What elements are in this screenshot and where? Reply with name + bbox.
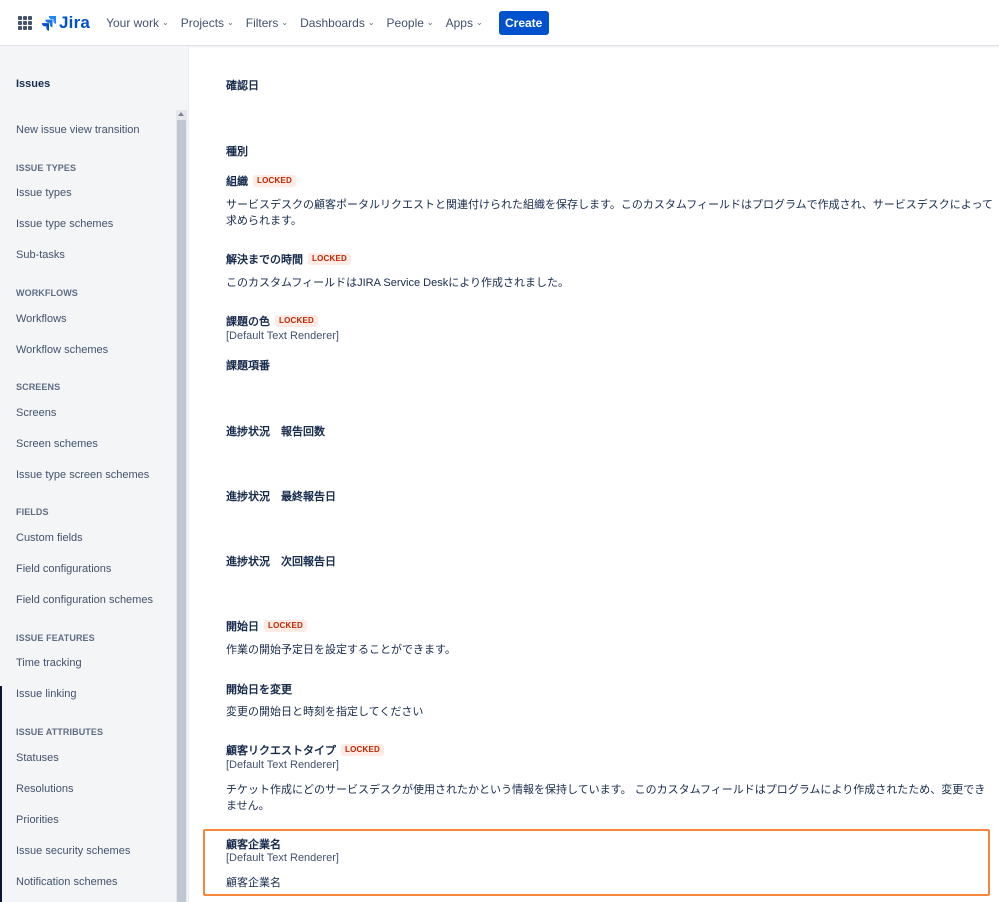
nav-projects[interactable]: Projects ⌄ [175, 0, 240, 46]
sidebar-heading-issue-features: ISSUE FEATURES [16, 633, 95, 643]
chevron-down-icon: ⌄ [281, 18, 289, 27]
field-name: 課題の色 LOCKED [226, 313, 318, 329]
sidebar-title: Issues [16, 78, 51, 90]
nav-label: People [386, 15, 424, 30]
field-name-text: 組織 [226, 176, 248, 188]
sidebar-item-priorities[interactable]: Priorities [16, 814, 59, 826]
field-name: 進捗状況 報告回数 [226, 423, 325, 439]
scroll-up-icon[interactable] [178, 112, 184, 116]
locked-badge: LOCKED [275, 315, 318, 327]
nav-filters[interactable]: Filters ⌄ [240, 0, 294, 46]
field-name-text: 解決までの時間 [226, 254, 303, 266]
nav-dashboards[interactable]: Dashboards ⌄ [294, 0, 380, 46]
sidebar-heading-fields: FIELDS [16, 507, 49, 517]
sidebar-item-issue-type-screen-schemes[interactable]: Issue type screen schemes [16, 469, 149, 481]
chevron-down-icon: ⌄ [475, 18, 483, 27]
field-name-text: 進捗状況 次回報告日 [226, 556, 336, 568]
sidebar-item-issue-linking[interactable]: Issue linking [16, 688, 77, 700]
field-name: 開始日を変更 [226, 681, 292, 697]
nav-your-work[interactable]: Your work ⌄ [100, 0, 175, 46]
app-switcher-icon[interactable] [18, 15, 32, 30]
field-description: チケット作成にどのサービスデスクが使用されたかという情報を保持しています。 この… [226, 784, 986, 812]
field-renderer: [Default Text Renderer] [226, 759, 339, 771]
nav-label: Projects [180, 15, 225, 30]
sidebar-item-resolutions[interactable]: Resolutions [16, 783, 73, 795]
sidebar-item-field-configurations[interactable]: Field configurations [16, 563, 111, 575]
nav-menu: Your work ⌄ Projects ⌄ Filters ⌄ Dashboards… [100, 0, 489, 46]
nav-label: Your work [106, 15, 159, 30]
sidebar-item-notification-schemes[interactable]: Notification schemes [16, 876, 118, 888]
sidebar-item-issue-security-schemes[interactable]: Issue security schemes [16, 845, 130, 857]
field-name-text: 確認日 [226, 80, 259, 92]
field-name-text: 開始日を変更 [226, 684, 292, 696]
sidebar-item-custom-fields[interactable]: Custom fields [16, 532, 83, 544]
nav-people[interactable]: People ⌄ [381, 0, 440, 46]
field-name: 解決までの時間 LOCKED [226, 251, 351, 267]
window-edge [0, 686, 2, 902]
field-name-text: 種別 [226, 146, 248, 158]
sidebar-heading-screens: SCREENS [16, 382, 61, 392]
locked-badge: LOCKED [253, 175, 296, 187]
field-renderer: [Default Text Renderer] [226, 330, 339, 342]
sidebar-item-field-configuration-schemes[interactable]: Field configuration schemes [16, 594, 153, 606]
sidebar-heading-workflows: WORKFLOWS [16, 288, 78, 298]
chevron-down-icon: ⌄ [367, 18, 375, 27]
field-name-text: 顧客リクエストタイプ [226, 745, 336, 757]
chevron-down-icon: ⌄ [227, 18, 234, 27]
field-name: 課題項番 [226, 357, 270, 373]
nav-label: Filters [245, 15, 279, 30]
sidebar-item-workflows[interactable]: Workflows [16, 313, 67, 325]
field-renderer: [Default Text Renderer] [226, 852, 339, 864]
locked-badge: LOCKED [308, 253, 351, 265]
field-name-text: 課題の色 [226, 316, 270, 328]
field-name: 顧客リクエストタイプ LOCKED [226, 742, 384, 758]
jira-logo[interactable]: Jira [41, 13, 90, 33]
field-list: 確認日 種別 組織 LOCKED サービスデスクの顧客ポータルリクエストと関連付け… [190, 47, 999, 902]
field-name: 種別 [226, 143, 248, 159]
nav-label: Dashboards [300, 15, 365, 30]
sidebar-item-issue-types[interactable]: Issue types [16, 187, 72, 199]
field-name-text: 開始日 [226, 621, 259, 633]
sidebar-item-issue-type-schemes[interactable]: Issue type schemes [16, 218, 113, 230]
field-name: 進捗状況 次回報告日 [226, 553, 336, 569]
create-button[interactable]: Create [498, 10, 549, 35]
locked-badge: LOCKED [264, 620, 307, 632]
sidebar-item-time-tracking[interactable]: Time tracking [16, 657, 82, 669]
field-description: 作業の開始予定日を設定することができます。 [226, 644, 456, 656]
sidebar-item-workflow-schemes[interactable]: Workflow schemes [16, 344, 108, 356]
field-name-text: 進捗状況 報告回数 [226, 426, 325, 438]
field-name: 確認日 [226, 77, 259, 93]
field-name: 顧客企業名 [226, 836, 281, 852]
field-description: サービスデスクの顧客ポータルリクエストと関連付けられた組織を保存します。このカス… [226, 199, 993, 227]
sidebar-item-screen-schemes[interactable]: Screen schemes [16, 438, 98, 450]
field-name-text: 進捗状況 最終報告日 [226, 491, 336, 503]
field-name-text: 課題項番 [226, 360, 270, 372]
field-description: このカスタムフィールドはJIRA Service Deskにより作成されました。 [226, 277, 569, 289]
chevron-down-icon: ⌄ [161, 18, 169, 27]
field-description: 変更の開始日と時刻を指定してください [226, 706, 424, 718]
field-name: 組織 LOCKED [226, 173, 296, 189]
nav-label: Apps [445, 15, 473, 30]
chevron-down-icon: ⌄ [426, 18, 434, 27]
field-name: 開始日 LOCKED [226, 618, 307, 634]
field-name-text: 顧客企業名 [226, 839, 281, 851]
sidebar-item-screens[interactable]: Screens [16, 407, 56, 419]
scrollbar-thumb[interactable] [177, 120, 186, 902]
sidebar-scrollbar[interactable] [176, 110, 187, 902]
locked-badge: LOCKED [341, 744, 384, 756]
field-description: 顧客企業名 [226, 877, 281, 889]
jira-logo-icon [41, 15, 56, 31]
admin-sidebar: Issues New issue view transition ISSUE T… [0, 46, 189, 902]
nav-apps[interactable]: Apps ⌄ [440, 0, 489, 46]
top-navigation: Jira Your work ⌄ Projects ⌄ Filters ⌄ Dashb… [0, 0, 999, 46]
logo-text: Jira [59, 12, 91, 32]
sidebar-heading-issue-types: ISSUE TYPES [16, 163, 77, 173]
sidebar-heading-issue-attributes: ISSUE ATTRIBUTES [16, 727, 104, 737]
field-name: 進捗状況 最終報告日 [226, 488, 336, 504]
sidebar-item-sub-tasks[interactable]: Sub-tasks [16, 249, 65, 261]
sidebar-item-statuses[interactable]: Statuses [16, 752, 59, 764]
sidebar-item-new-issue-view[interactable]: New issue view transition [16, 124, 140, 136]
